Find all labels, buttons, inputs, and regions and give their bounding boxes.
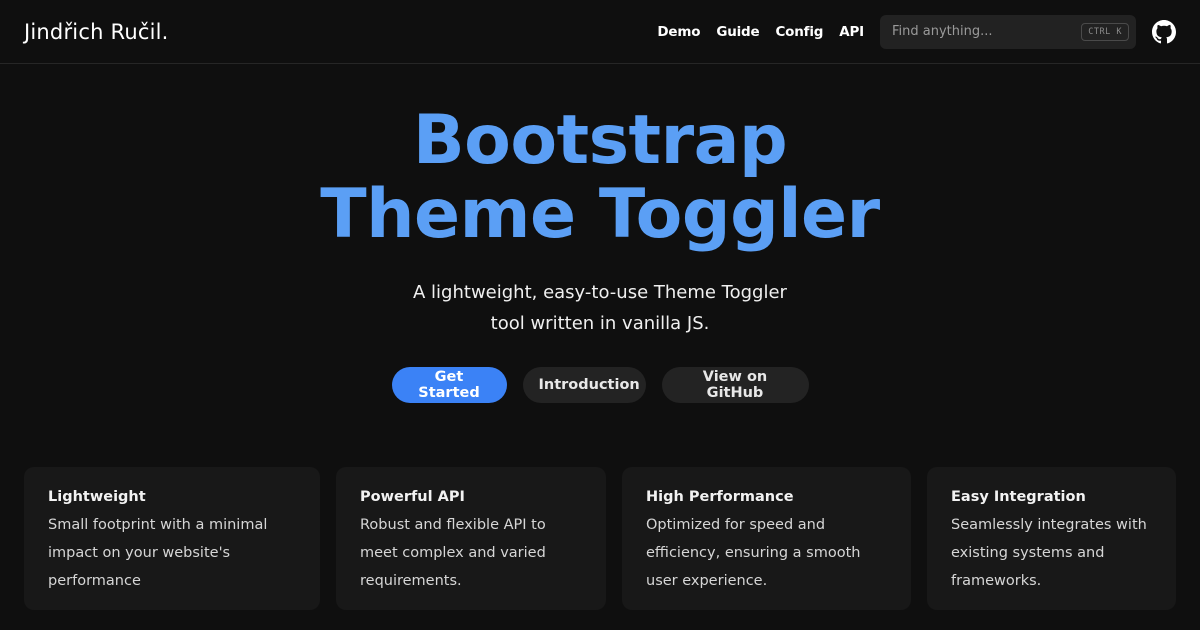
search-box[interactable]: CTRL K [880, 14, 1136, 49]
nav-link-guide[interactable]: Guide [716, 24, 759, 40]
hero-subtitle-line2: tool written in vanilla JS. [490, 313, 710, 334]
feature-title: Powerful API [360, 489, 465, 505]
feature-description: Optimized for speed and efficiency, ensu… [646, 517, 861, 589]
feature-card-powerful-api: Powerful API Robust and flexible API to … [336, 467, 606, 610]
feature-title: Easy Integration [951, 489, 1086, 505]
brand-logo[interactable]: Jindřich Ručil. [24, 20, 169, 44]
feature-title: High Performance [646, 489, 794, 505]
hero-title-line2: Theme Toggler [320, 175, 880, 254]
hero-subtitle-line1: A lightweight, easy-to-use Theme Toggler [413, 282, 787, 303]
feature-description: Small footprint with a minimal impact on… [48, 517, 268, 589]
feature-description: Robust and flexible API to meet complex … [360, 517, 546, 589]
hero-title-line1: Bootstrap [412, 101, 788, 180]
nav-link-api[interactable]: API [839, 24, 864, 40]
nav-menu: Demo Guide Config API CTRL K [657, 14, 1176, 49]
feature-description: Seamlessly integrates with existing syst… [951, 517, 1147, 589]
get-started-button[interactable]: Get Started [391, 367, 507, 403]
search-input[interactable] [892, 24, 1082, 39]
feature-card-lightweight: Lightweight Small footprint with a minim… [24, 467, 320, 610]
nav-link-demo[interactable]: Demo [657, 24, 700, 40]
hero-title: Bootstrap Theme Toggler [0, 104, 1200, 252]
feature-card-high-performance: High Performance Optimized for speed and… [622, 467, 911, 610]
github-icon[interactable] [1152, 19, 1176, 44]
introduction-button[interactable]: Introduction [522, 367, 646, 403]
hero-subtitle: A lightweight, easy-to-use Theme Toggler… [0, 277, 1200, 339]
hero-actions: Get Started Introduction View on GitHub [0, 367, 1200, 403]
feature-title: Lightweight [48, 489, 146, 505]
top-navbar: Jindřich Ručil. Demo Guide Config API CT… [0, 0, 1200, 64]
feature-card-easy-integration: Easy Integration Seamlessly integrates w… [927, 467, 1176, 610]
nav-link-config[interactable]: Config [775, 24, 823, 40]
view-on-github-button[interactable]: View on GitHub [661, 367, 809, 403]
search-shortcut-badge: CTRL K [1081, 22, 1129, 41]
